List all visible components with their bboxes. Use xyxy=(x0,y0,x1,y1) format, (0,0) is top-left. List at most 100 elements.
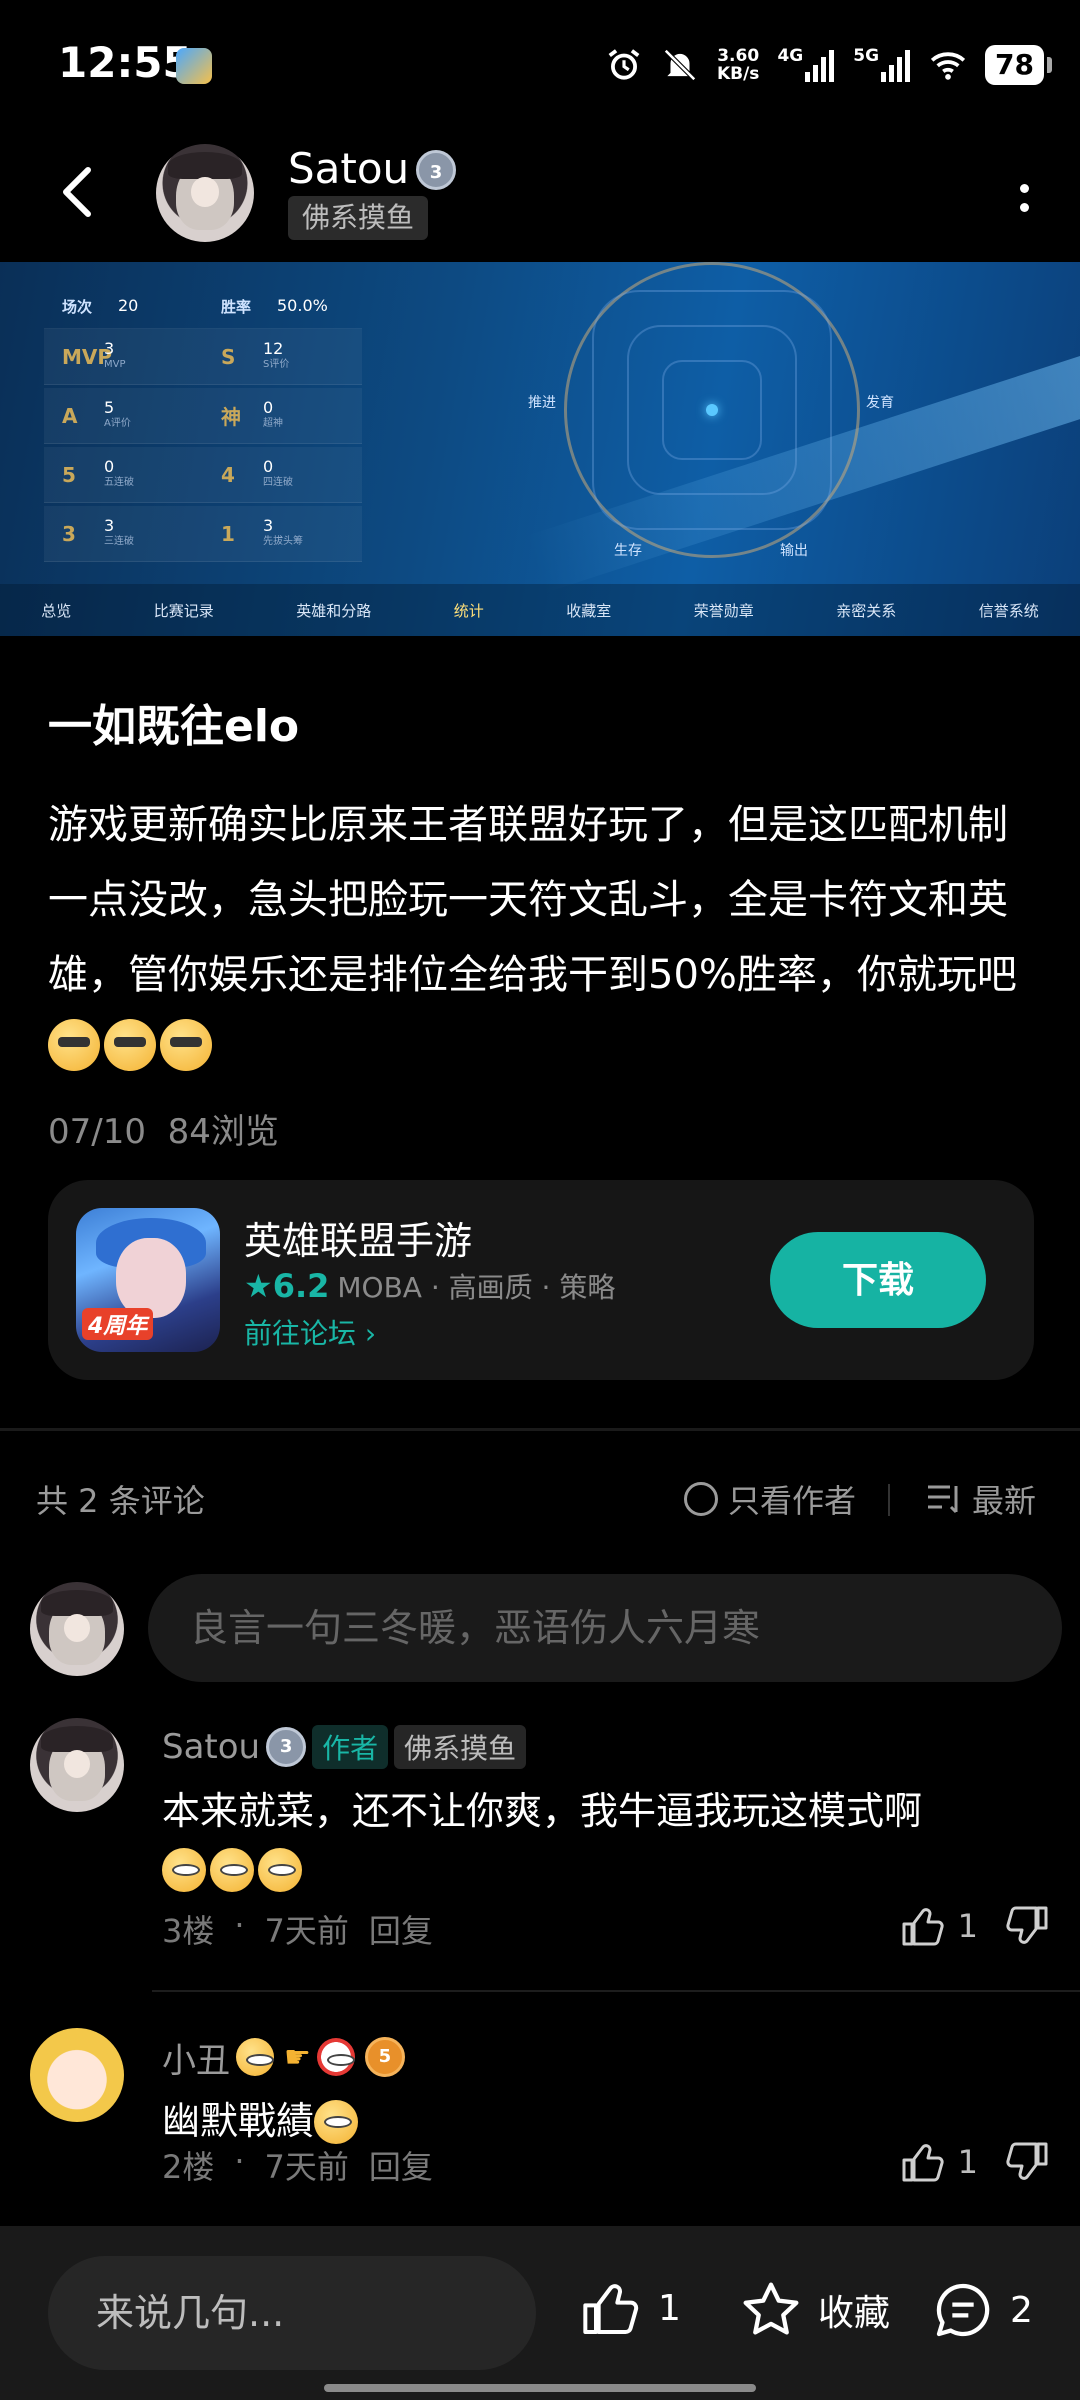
comment-item: 小丑 ☛ 5 幽默戰績 2楼 · 7天前 回复 1 xyxy=(30,2028,1050,2218)
chevron-right-icon: › xyxy=(364,1317,377,1350)
author-name[interactable]: Satou xyxy=(288,144,409,193)
stat-row: A 5 A评价 神 0 超神 xyxy=(44,388,362,444)
anniversary-badge: 4周年 xyxy=(82,1308,154,1340)
post-views: 84浏览 xyxy=(167,1112,279,1152)
thumbs-up-icon xyxy=(583,2284,639,2334)
reply-button[interactable]: 回复 xyxy=(369,2142,433,2188)
comment-bubble-icon xyxy=(936,2283,990,2337)
sweat-emoji-icon xyxy=(104,1019,156,1071)
author-avatar[interactable] xyxy=(156,144,254,242)
post-header: Satou 3 佛系摸鱼 xyxy=(0,130,1080,262)
commenter-row: Satou 3 作者 佛系摸鱼 xyxy=(162,1722,527,1772)
bottom-comment-input[interactable]: 来说几句... xyxy=(48,2256,536,2370)
battery-indicator: 78 xyxy=(985,45,1052,85)
author-tag: 作者 xyxy=(312,1725,389,1769)
stats-panel: 场次 20 胜率 50.0% MVP 3 MVP S 12 S评价 A 5 A评价 神 0 超神 5… xyxy=(44,284,362,614)
reply-button[interactable]: 回复 xyxy=(369,1906,433,1952)
favorite-button[interactable]: 收藏 xyxy=(738,2278,890,2342)
thumbs-down-icon[interactable] xyxy=(1002,2140,1050,2184)
more-options-icon[interactable] xyxy=(1014,180,1034,220)
comment-actions: 1 xyxy=(900,1904,1050,1948)
radio-icon xyxy=(683,1482,718,1516)
like-post-button[interactable]: 1 xyxy=(580,2278,681,2338)
game-name[interactable]: 英雄联盟手游 xyxy=(244,1210,472,1265)
sort-button[interactable]: 最新 xyxy=(926,1476,1036,1522)
wifi-icon xyxy=(930,52,966,80)
status-bar: 12:55 3.60 KB/s 4G 5G 78 xyxy=(0,0,1080,130)
commenter-name[interactable]: Satou xyxy=(162,1727,260,1767)
only-author-toggle[interactable]: 只看作者 xyxy=(683,1476,856,1522)
commenter-name[interactable]: 小丑 xyxy=(162,2033,230,2082)
stat-row: 5 0 五连破 4 0 四连破 xyxy=(44,447,362,503)
stat-row: MVP 3 MVP S 12 S评价 xyxy=(44,329,362,385)
author-title-tag: 佛系摸鱼 xyxy=(288,196,429,240)
stat-row: 场次 20 胜率 50.0% xyxy=(44,284,362,329)
banner-tab-active: 统计 xyxy=(453,601,484,620)
banner-tabs: 总览 比赛记录 英雄和分路 统计 收藏室 荣誉勋章 亲密关系 信誉系统 xyxy=(0,584,1080,636)
post-body: 游戏更新确实比原来王者联盟好玩了，但是这匹配机制一点没改，急头把脸玩一天符文乱斗… xyxy=(48,788,1038,1088)
radar-label: 生存 xyxy=(614,543,642,559)
commenter-avatar[interactable] xyxy=(30,2028,124,2122)
section-divider xyxy=(0,1428,1080,1431)
clown-emoji-icon xyxy=(316,2038,355,2076)
banner-tab: 比赛记录 xyxy=(153,601,214,620)
sort-icon xyxy=(927,1485,958,1514)
post-date: 07/10 xyxy=(48,1112,146,1152)
hot-emoji-icon xyxy=(314,2100,359,2144)
signal-5g: 5G xyxy=(853,48,911,82)
level-badge-icon: 5 xyxy=(364,2037,405,2077)
radar-chart xyxy=(564,262,860,558)
comment-meta: 3楼 · 7天前 回复 xyxy=(162,1906,433,1952)
comments-header: 共 2 条评论 只看作者 最新 xyxy=(36,1470,1036,1530)
surprised-emoji-icon xyxy=(258,1848,302,1892)
comment-item: Satou 3 作者 佛系摸鱼 本来就菜，还不让你爽，我牛逼我玩这模式啊 3楼 ·… xyxy=(30,1718,1050,1978)
commenter-avatar[interactable] xyxy=(30,1718,124,1812)
sweat-emoji-icon xyxy=(48,1019,100,1071)
thumbs-down-icon[interactable] xyxy=(1002,1904,1050,1948)
forum-link[interactable]: 前往论坛 › xyxy=(244,1312,376,1352)
banner-tab: 荣誉勋章 xyxy=(693,601,754,620)
post-image[interactable]: 场次 20 胜率 50.0% MVP 3 MVP S 12 S评价 A 5 A评价 神 0 超神 5… xyxy=(0,262,1080,636)
sweat-emoji-icon xyxy=(160,1019,212,1071)
status-icons: 3.60 KB/s 4G 5G 78 xyxy=(605,40,1052,90)
star-icon xyxy=(743,2282,799,2335)
alarm-icon xyxy=(608,49,640,80)
signal-bars-icon xyxy=(881,50,911,82)
back-arrow-icon[interactable] xyxy=(54,162,104,222)
comment-divider xyxy=(152,1990,1080,1992)
mute-icon xyxy=(664,49,696,81)
radar-label: 推进 xyxy=(528,395,556,411)
banner-tab: 亲密关系 xyxy=(836,601,897,620)
game-card[interactable]: 4周年 英雄联盟手游 ★6.2 MOBA · 高画质 · 策略 前往论坛 › 下… xyxy=(48,1180,1034,1380)
like-button[interactable]: 1 xyxy=(900,2140,978,2184)
comment-input-row xyxy=(30,1574,1062,1682)
game-icon[interactable]: 4周年 xyxy=(76,1208,220,1352)
surprised-emoji-icon xyxy=(210,1848,254,1892)
stat-row: 3 3 三连破 1 3 先拔头筹 xyxy=(44,506,362,562)
bottom-action-bar: 来说几句... 1 收藏 2 xyxy=(0,2226,1080,2400)
commenter-row: 小丑 ☛ 5 xyxy=(162,2032,405,2082)
download-button[interactable]: 下载 xyxy=(770,1232,986,1328)
app-notification-icon xyxy=(176,48,212,84)
rating: ★6.2 xyxy=(244,1267,330,1305)
post-title: 一如既往elo xyxy=(48,701,300,752)
level-badge-icon: 3 xyxy=(416,150,456,190)
signal-bars-icon xyxy=(805,50,835,82)
network-speed: 3.60 KB/s xyxy=(716,46,760,84)
level-badge-icon: 3 xyxy=(266,1727,307,1767)
comments-button[interactable]: 2 xyxy=(930,2278,1033,2342)
like-button[interactable]: 1 xyxy=(900,1904,978,1948)
title-tag: 佛系摸鱼 xyxy=(394,1725,527,1769)
comment-input[interactable] xyxy=(148,1574,1062,1682)
home-indicator[interactable] xyxy=(324,2384,756,2392)
comment-text: 本来就菜，还不让你爽，我牛逼我玩这模式啊 xyxy=(162,1782,1042,1898)
banner-tab: 英雄和分路 xyxy=(296,601,372,620)
banner-tab: 收藏室 xyxy=(566,601,612,620)
radar-label: 输出 xyxy=(780,543,808,559)
radar-label: 发育 xyxy=(866,395,894,411)
signal-4g: 4G xyxy=(777,48,835,82)
comment-actions: 1 xyxy=(900,2140,1050,2184)
comment-meta: 2楼 · 7天前 回复 xyxy=(162,2142,433,2188)
surprised-emoji-icon xyxy=(162,1848,206,1892)
post-meta: 07/10 84浏览 xyxy=(48,1104,279,1153)
